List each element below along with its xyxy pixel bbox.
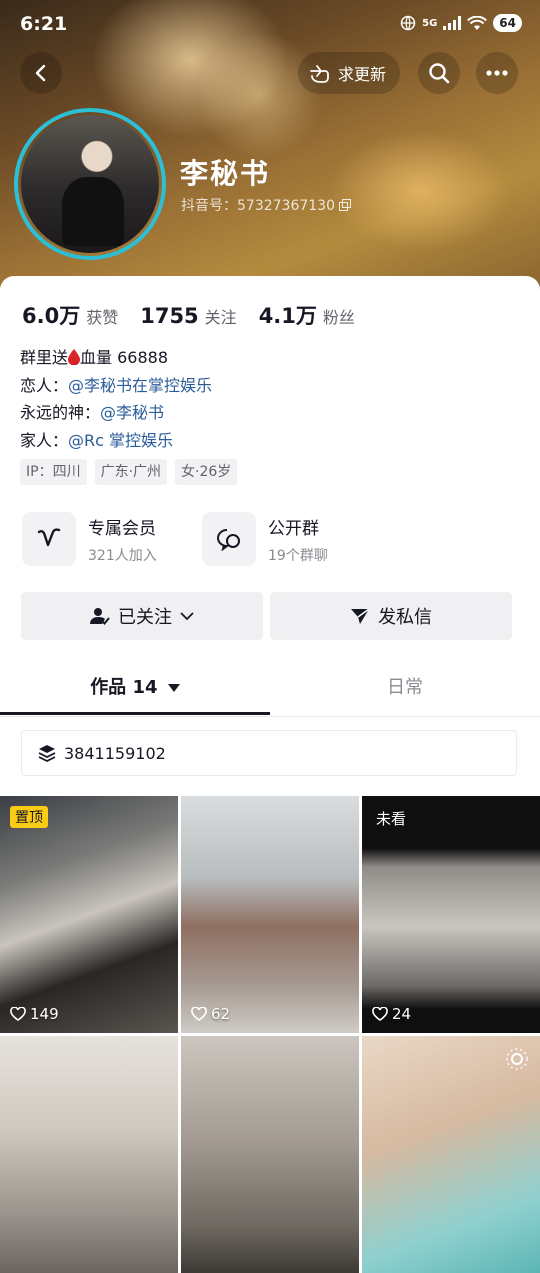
feature-title: 公开群 bbox=[268, 518, 319, 539]
like-count: 24 bbox=[372, 1005, 411, 1023]
bio-mention-link[interactable]: @李秘书 bbox=[100, 403, 164, 422]
bio-text: 永远的神： bbox=[20, 403, 101, 422]
user-check-icon bbox=[90, 608, 110, 625]
collection-label: 3841159102 bbox=[64, 743, 166, 763]
back-button[interactable] bbox=[20, 52, 62, 94]
douyin-id-text: 抖音号：57327367130 bbox=[181, 198, 335, 214]
caret-down-icon bbox=[167, 684, 180, 692]
heart-icon bbox=[10, 1007, 26, 1021]
send-message-label: 发私信 bbox=[378, 607, 432, 628]
tag-ip: IP：四川 bbox=[20, 459, 87, 485]
live-effect-icon bbox=[506, 1048, 528, 1070]
layers-icon bbox=[38, 745, 56, 762]
video-thumbnail[interactable] bbox=[181, 1036, 359, 1273]
chevron-down-icon bbox=[180, 612, 194, 621]
video-thumbnail[interactable] bbox=[0, 1036, 178, 1273]
search-icon bbox=[429, 63, 450, 84]
collection-entry[interactable]: 3841159102 bbox=[21, 730, 517, 776]
tag-gender-age: 女·26岁 bbox=[175, 459, 238, 485]
status-bar: 6:21 5G 64 bbox=[0, 0, 540, 48]
profile-name: 李秘书 bbox=[180, 157, 271, 190]
bio-text: 血量 66888 bbox=[80, 348, 169, 367]
stat-followers[interactable]: 4.1万 粉丝 bbox=[259, 300, 355, 330]
video-thumbnail[interactable]: 62 bbox=[181, 796, 359, 1033]
copy-icon[interactable] bbox=[338, 199, 351, 211]
like-count-value: 24 bbox=[392, 1005, 412, 1023]
chevron-left-icon bbox=[35, 64, 46, 82]
content-tabs: 作品 14 日常 bbox=[0, 668, 540, 717]
v-icon bbox=[22, 512, 76, 566]
more-dots-icon bbox=[486, 70, 508, 76]
heart-icon bbox=[372, 1007, 388, 1021]
like-count-value: 62 bbox=[211, 1005, 231, 1023]
bio-text: 群里送 bbox=[20, 348, 69, 367]
request-update-label: 求更新 bbox=[338, 65, 387, 84]
public-group[interactable]: 公开群 19个群聊 bbox=[202, 512, 328, 566]
douyin-id: 抖音号：57327367130 bbox=[181, 195, 351, 215]
profile-card: 6.0万 获赞 1755 关注 4.1万 粉丝 群里送 血量 66888 恋人：@李秘书… bbox=[0, 276, 540, 1273]
search-button[interactable] bbox=[418, 52, 460, 94]
send-message-button[interactable]: 发私信 bbox=[270, 592, 512, 640]
bio-line: 家人：@Rc 掌控娱乐 bbox=[20, 427, 212, 455]
feature-title: 专属会员 bbox=[88, 518, 156, 539]
globe-icon bbox=[400, 15, 416, 31]
stat-following-value: 1755 bbox=[140, 304, 199, 328]
status-icons: 5G 64 bbox=[400, 14, 522, 32]
profile-tags: IP：四川 广东·广州 女·26岁 bbox=[20, 459, 238, 485]
exclusive-membership[interactable]: 专属会员 321人加入 bbox=[22, 512, 157, 566]
like-count-value: 149 bbox=[30, 1005, 59, 1023]
video-thumbnail[interactable] bbox=[362, 1036, 540, 1273]
bio-line: 永远的神：@李秘书 bbox=[20, 399, 212, 427]
video-thumbnail[interactable]: 置顶 149 bbox=[0, 796, 178, 1033]
stat-likes-label: 获赞 bbox=[86, 308, 119, 327]
bio-line: 恋人：@李秘书在掌控娱乐 bbox=[20, 372, 212, 400]
bio: 群里送 血量 66888 恋人：@李秘书在掌控娱乐 永远的神：@李秘书 家人：@R… bbox=[20, 344, 212, 454]
avatar-ring[interactable] bbox=[14, 108, 166, 260]
avatar bbox=[21, 115, 159, 253]
signal-icon bbox=[443, 16, 462, 30]
tag-location: 广东·广州 bbox=[94, 459, 168, 485]
heart-icon bbox=[191, 1007, 207, 1021]
following-label: 已关注 bbox=[118, 607, 172, 628]
stat-followers-label: 粉丝 bbox=[322, 308, 355, 327]
bio-mention-link[interactable]: @Rc 掌控娱乐 bbox=[68, 431, 173, 450]
stat-following[interactable]: 1755 关注 bbox=[140, 304, 236, 328]
tab-works-label: 作品 14 bbox=[90, 677, 158, 698]
like-count: 62 bbox=[191, 1005, 230, 1023]
tab-daily[interactable]: 日常 bbox=[270, 668, 540, 716]
send-icon bbox=[351, 608, 370, 624]
group-chat-icon bbox=[202, 512, 256, 566]
stats-row: 6.0万 获赞 1755 关注 4.1万 粉丝 bbox=[22, 300, 355, 330]
tab-works[interactable]: 作品 14 bbox=[0, 668, 270, 716]
pointing-hand-icon bbox=[310, 65, 329, 83]
bio-text: 恋人： bbox=[20, 375, 69, 395]
stat-likes[interactable]: 6.0万 获赞 bbox=[22, 300, 118, 330]
like-count: 149 bbox=[10, 1005, 59, 1023]
stat-following-label: 关注 bbox=[204, 308, 237, 327]
blood-drop-icon bbox=[68, 349, 81, 366]
bio-text: 家人： bbox=[20, 430, 69, 450]
active-tab-indicator bbox=[0, 712, 270, 715]
feature-subtitle: 321人加入 bbox=[88, 547, 157, 564]
more-button[interactable] bbox=[476, 52, 518, 94]
following-button[interactable]: 已关注 bbox=[21, 592, 263, 640]
request-update-button[interactable]: 求更新 bbox=[298, 52, 401, 94]
stat-followers-value: 4.1万 bbox=[258, 304, 317, 328]
battery-indicator: 64 bbox=[493, 14, 522, 32]
video-thumbnail[interactable]: 未看 24 bbox=[362, 796, 540, 1033]
pinned-badge: 置顶 bbox=[10, 806, 48, 828]
bio-line: 群里送 血量 66888 bbox=[20, 344, 212, 372]
feature-subtitle: 19个群聊 bbox=[268, 547, 328, 564]
status-time: 6:21 bbox=[20, 13, 68, 35]
stat-likes-value: 6.0万 bbox=[22, 304, 81, 328]
unseen-badge: 未看 bbox=[376, 810, 407, 828]
wifi-icon bbox=[467, 15, 488, 30]
bio-mention-link[interactable]: @李秘书在掌控娱乐 bbox=[68, 376, 212, 395]
network-label: 5G bbox=[422, 17, 438, 29]
